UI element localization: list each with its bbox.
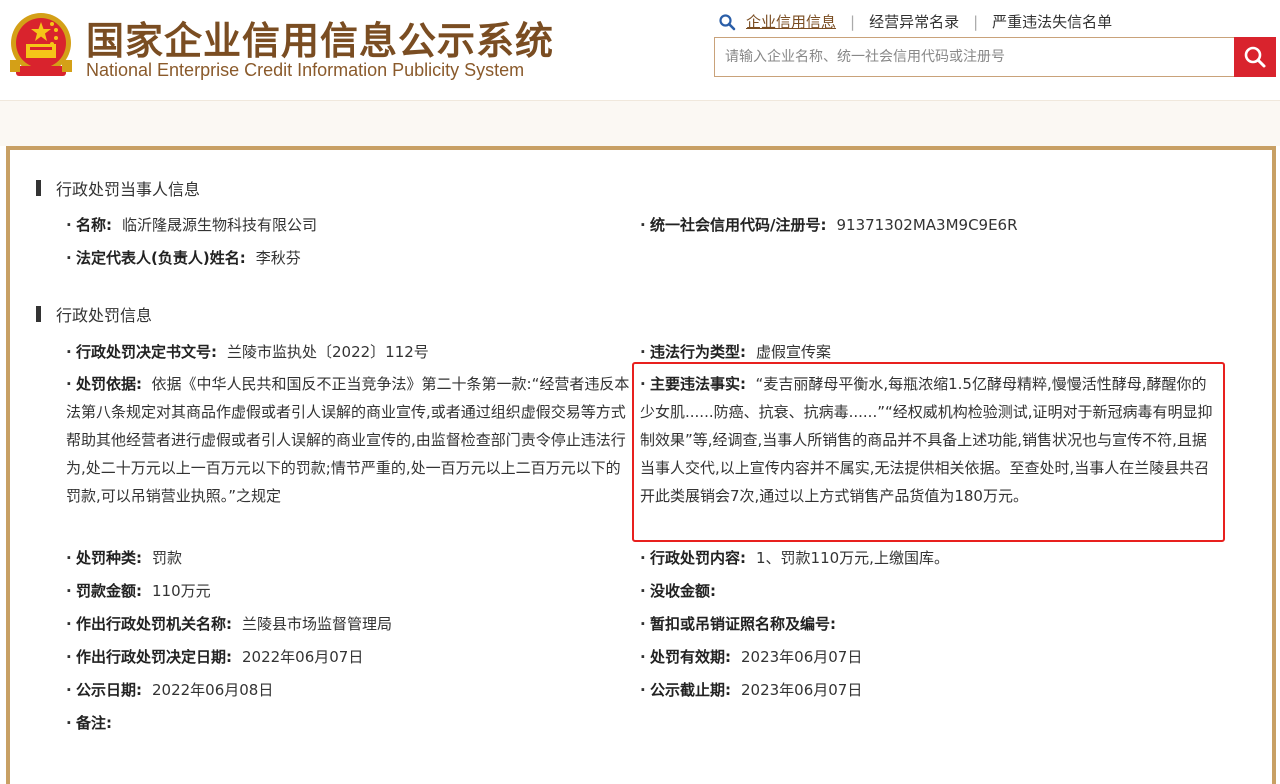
field-content: · 行政处罚内容: 1、罚款110万元,上缴国库。 — [640, 549, 949, 567]
field-publish-date: · 公示日期: 2022年06月08日 — [66, 681, 274, 699]
field-legal-rep: · 法定代表人(负责人)姓名: 李秋芬 — [66, 249, 301, 267]
highlight-box — [632, 362, 1225, 542]
field-authority: · 作出行政处罚机关名称: 兰陵县市场监督管理局 — [66, 615, 393, 633]
site-title: 国家企业信用信息公示系统 — [86, 19, 555, 63]
field-label: 处罚依据: — [76, 375, 142, 393]
field-label: 作出行政处罚机关名称: — [76, 615, 232, 633]
field-label: 统一社会信用代码/注册号: — [650, 216, 827, 234]
magnifier-icon — [719, 13, 736, 30]
field-value: 兰陵市监执处〔2022〕112号 — [227, 343, 429, 361]
field-label: 没收金额: — [650, 582, 716, 600]
field-label: 违法行为类型: — [650, 343, 746, 361]
section-title-text: 行政处罚当事人信息 — [56, 180, 201, 199]
field-label: 行政处罚决定书文号: — [76, 343, 217, 361]
field-decision-date: · 作出行政处罚决定日期: 2022年06月07日 — [66, 648, 364, 666]
nav-serious-violation-list[interactable]: 严重违法失信名单 — [992, 11, 1112, 32]
site-header: 国家企业信用信息公示系统 National Enterprise Credit … — [0, 0, 1280, 100]
field-label: 处罚种类: — [76, 549, 142, 567]
field-value: 110万元 — [152, 582, 211, 600]
field-value: 兰陵县市场监督管理局 — [242, 615, 393, 633]
search-bar — [714, 37, 1276, 77]
field-value: 2023年06月07日 — [741, 648, 863, 666]
site-subtitle: National Enterprise Credit Information P… — [86, 60, 525, 80]
field-fine: · 罚款金额: 110万元 — [66, 582, 211, 600]
field-violation-type: · 违法行为类型: 虚假宣传案 — [640, 343, 832, 361]
top-nav: 企业信用信息 | 经营异常名录 | 严重违法失信名单 — [718, 11, 1112, 32]
field-publish-end: · 公示截止期: 2023年06月07日 — [640, 681, 863, 699]
section-title-party: 行政处罚当事人信息 — [36, 176, 200, 200]
field-value: 91371302MA3M9C9E6R — [836, 216, 1018, 234]
section-title-penalty: 行政处罚信息 — [36, 302, 152, 326]
national-emblem-icon — [10, 13, 72, 76]
search-input[interactable] — [715, 38, 1235, 76]
section-marker — [36, 180, 41, 196]
field-remark: · 备注: — [66, 714, 112, 732]
field-confiscation: · 没收金额: — [640, 582, 716, 600]
nav-divider: | — [973, 12, 979, 31]
field-value: 临沂隆晟源生物科技有限公司 — [122, 216, 318, 234]
nav-enterprise-credit[interactable]: 企业信用信息 — [746, 11, 836, 32]
field-value: 2023年06月07日 — [741, 681, 863, 699]
field-label: 法定代表人(负责人)姓名: — [76, 249, 246, 267]
field-label: 暂扣或吊销证照名称及编号: — [650, 615, 836, 633]
field-license: · 暂扣或吊销证照名称及编号: — [640, 615, 836, 633]
field-label: 处罚有效期: — [650, 648, 731, 666]
field-value: 罚款 — [152, 549, 183, 567]
field-value: 虚假宣传案 — [756, 343, 832, 361]
field-label: 行政处罚内容: — [650, 549, 746, 567]
field-value: 李秋芬 — [255, 249, 301, 267]
field-name: · 名称: 临沂隆晟源生物科技有限公司 — [66, 216, 318, 234]
field-value: 2022年06月08日 — [152, 681, 274, 699]
field-validity: · 处罚有效期: 2023年06月07日 — [640, 648, 863, 666]
field-value: 依据《中华人民共和国反不正当竞争法》第二十条第一款:“经营者违反本法第八条规定对… — [66, 375, 630, 505]
field-label: 备注: — [76, 714, 112, 732]
field-value: 2022年06月07日 — [242, 648, 364, 666]
field-label: 作出行政处罚决定日期: — [76, 648, 232, 666]
search-button[interactable] — [1234, 37, 1276, 77]
field-label: 公示日期: — [76, 681, 142, 699]
field-doc-no: · 行政处罚决定书文号: 兰陵市监执处〔2022〕112号 — [66, 343, 429, 361]
search-icon — [1244, 46, 1266, 68]
field-basis: · 处罚依据: 依据《中华人民共和国反不正当竞争法》第二十条第一款:“经营者违反本… — [66, 375, 630, 505]
field-label: 罚款金额: — [76, 582, 142, 600]
nav-abnormal-list[interactable]: 经营异常名录 — [869, 11, 959, 32]
field-label: 名称: — [76, 216, 112, 234]
field-value: 1、罚款110万元,上缴国库。 — [756, 549, 949, 567]
section-marker — [36, 306, 41, 322]
section-title-text: 行政处罚信息 — [56, 306, 153, 325]
header-band — [0, 100, 1280, 146]
field-label: 公示截止期: — [650, 681, 731, 699]
field-kind: · 处罚种类: 罚款 — [66, 549, 183, 567]
field-credit-code: · 统一社会信用代码/注册号: 91371302MA3M9C9E6R — [640, 216, 1018, 234]
nav-divider: | — [850, 12, 856, 31]
